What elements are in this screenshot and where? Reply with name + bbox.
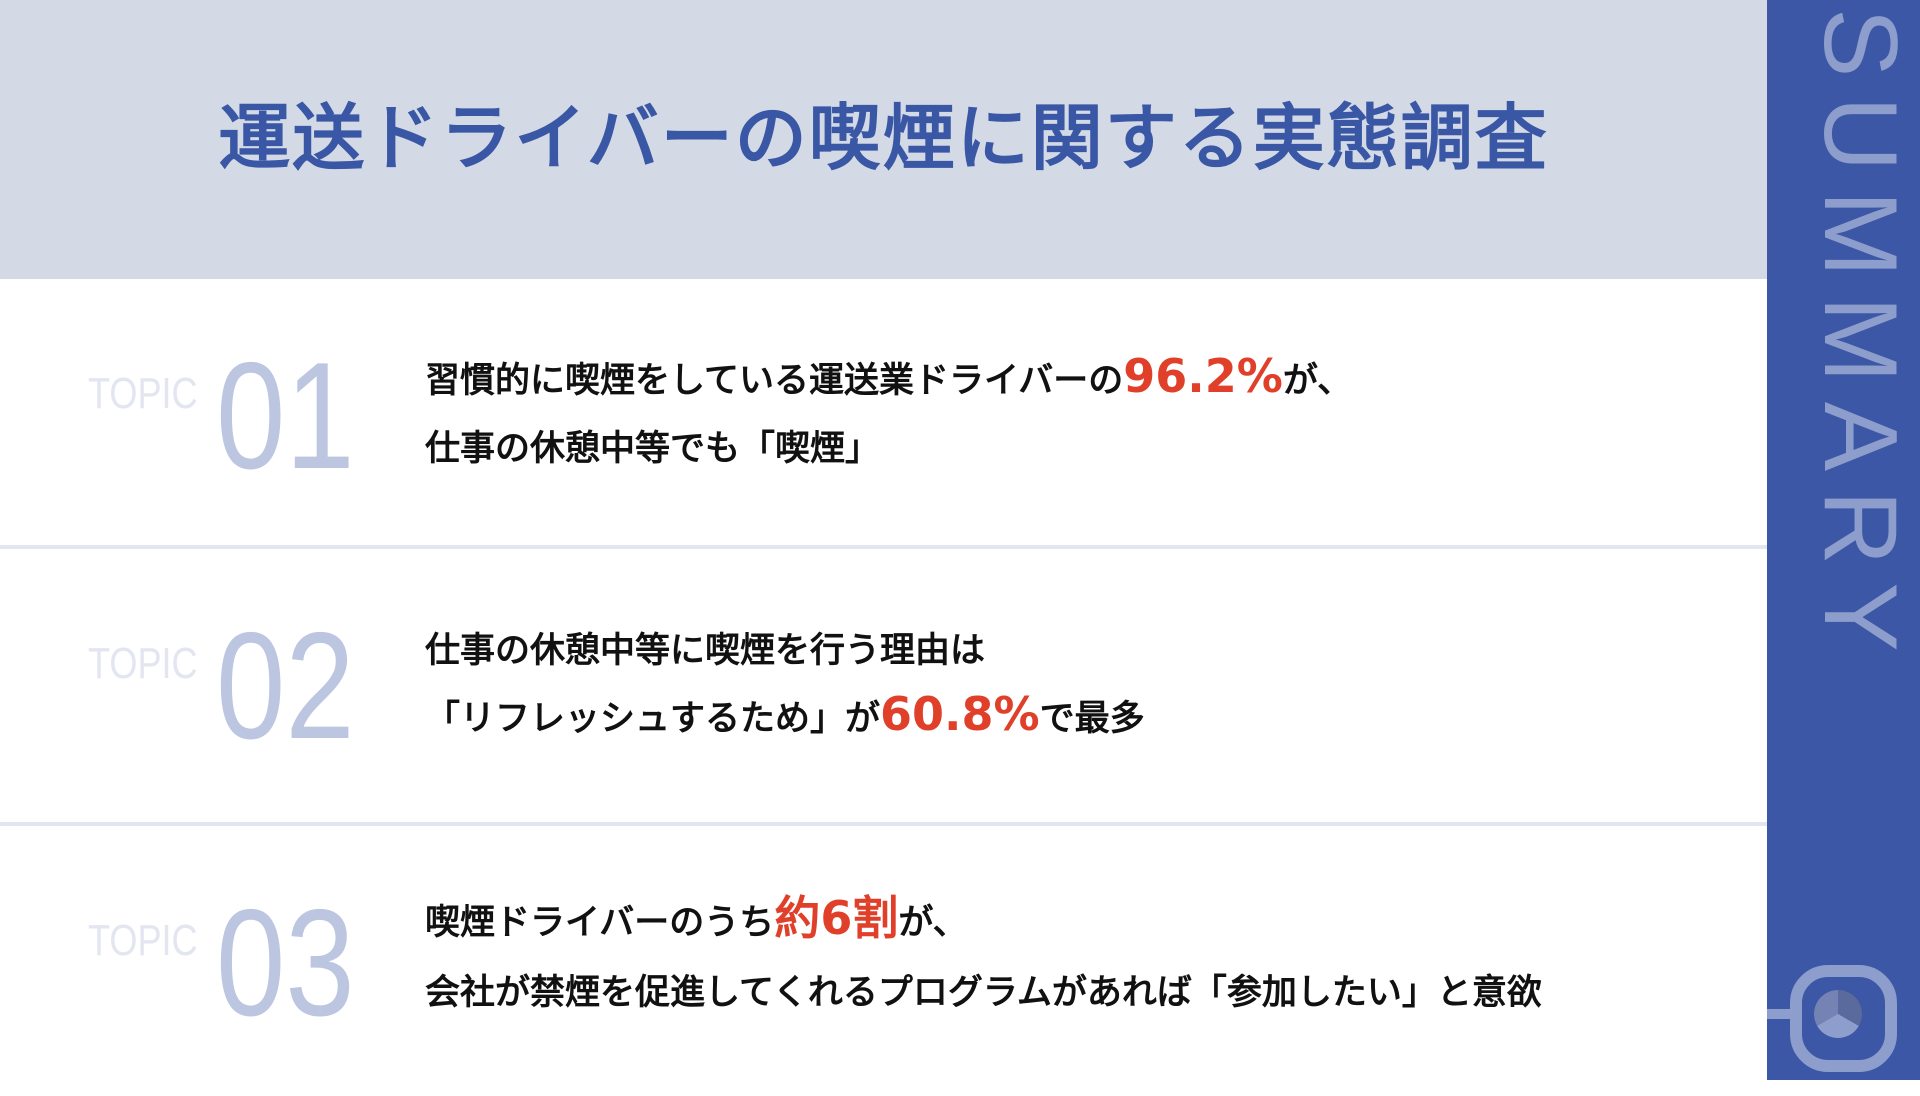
topic-number: 02 [216,601,355,771]
topic-text-line-2: 「リフレッシュするため」が60.8%で最多 [425,687,1145,741]
topic-number: 01 [216,331,355,501]
topic-text-line-1: 習慣的に喫煙をしている運送業ドライバーの96.2%が、 [425,349,1353,403]
topic-text-line-2: 仕事の休憩中等でも「喫煙」 [425,429,881,469]
topic-text-line-2: 会社が禁煙を促進してくれるプログラムがあれば「参加したい」と意欲 [425,973,1542,1013]
highlight-value: 96.2% [1123,349,1283,403]
topic-row-3: TOPIC 03 喫煙ドライバーのうち約6割が、 会社が禁煙を促進してくれるプロ… [0,826,1767,1096]
topic-row-2: TOPIC 02 仕事の休憩中等に喫煙を行う理由は 「リフレッシュするため」が6… [0,549,1767,819]
highlight-value: 約6割 [774,891,899,945]
topic-label: TOPIC [88,916,198,965]
topic-text-line-1: 仕事の休憩中等に喫煙を行う理由は [425,631,986,671]
topic-label: TOPIC [88,639,198,688]
page-title: 運送ドライバーの喫煙に関する実態調査 [218,96,1549,180]
highlight-value: 60.8% [880,687,1040,741]
topic-text-line-1: 喫煙ドライバーのうち約6割が、 [425,891,968,945]
topic-row-1: TOPIC 01 習慣的に喫煙をしている運送業ドライバーの96.2%が、 仕事の… [0,279,1767,549]
topic-label: TOPIC [88,369,198,418]
summary-label: SUMMARY [1802,8,1918,671]
topic-number: 03 [216,878,355,1048]
chart-pie-icon [1814,990,1862,1038]
